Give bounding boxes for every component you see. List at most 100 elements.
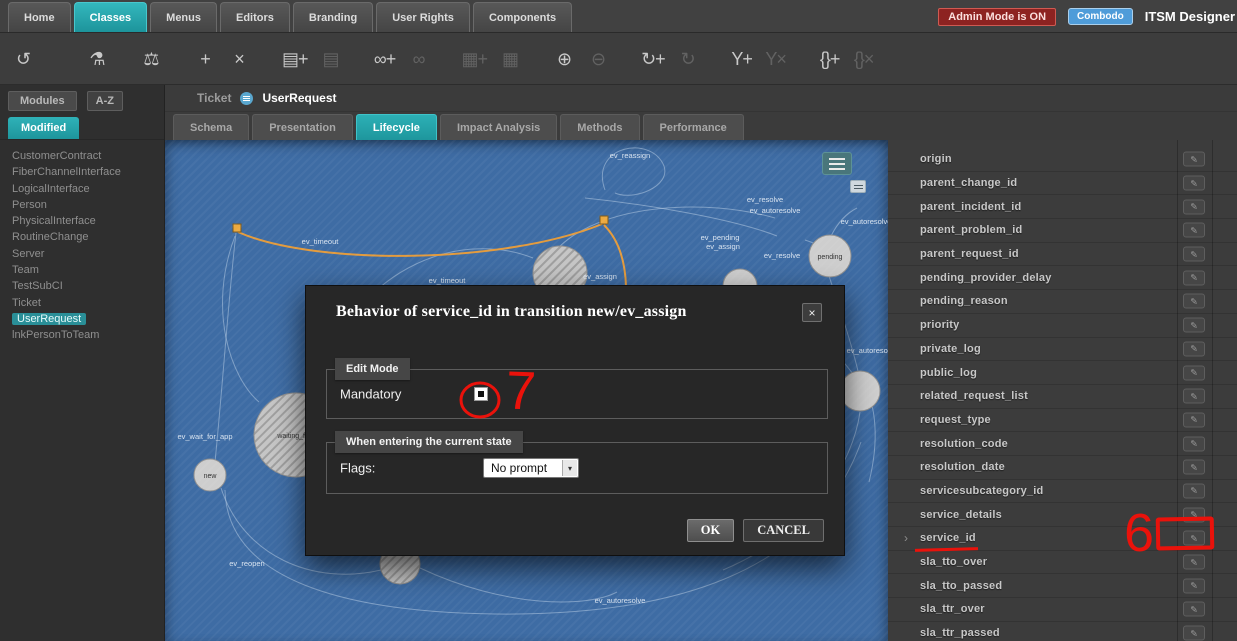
sidebar-class-routinechange[interactable]: RoutineChange: [12, 229, 164, 245]
edit-attribute-icon[interactable]: ✎: [1183, 199, 1205, 214]
tab-schema[interactable]: Schema: [173, 114, 249, 140]
edit-attribute-icon[interactable]: ✎: [1183, 602, 1205, 617]
attribute-row-sla-ttr-over[interactable]: sla_ttr_over✎: [888, 598, 1237, 622]
attribute-row-sla-ttr-passed[interactable]: sla_ttr_passed✎: [888, 622, 1237, 641]
undo-icon[interactable]: ↺: [12, 50, 34, 68]
sidebar-class-physicalinterface[interactable]: PhysicalInterface: [12, 213, 164, 229]
flags-select[interactable]: No prompt ▾: [483, 458, 579, 478]
edit-attribute-icon[interactable]: ✎: [1183, 555, 1205, 570]
attribute-row-priority[interactable]: priority✎: [888, 314, 1237, 338]
edit-attribute-icon[interactable]: ✎: [1183, 578, 1205, 593]
nav-tab-classes[interactable]: Classes: [74, 2, 148, 32]
sidebar-class-customercontract[interactable]: CustomerContract: [12, 148, 164, 164]
diagram-legend-button[interactable]: [850, 180, 866, 193]
flask-icon[interactable]: ⚗: [86, 50, 108, 68]
close-icon[interactable]: ×: [802, 303, 822, 322]
attribute-row-parent-incident-id[interactable]: parent_incident_id✎: [888, 195, 1237, 219]
tab-lifecycle[interactable]: Lifecycle: [356, 114, 437, 140]
edit-attribute-icon[interactable]: ✎: [1183, 436, 1205, 451]
transition-handle[interactable]: [233, 224, 241, 232]
nav-tab-user-rights[interactable]: User Rights: [376, 2, 470, 32]
edit-attribute-icon[interactable]: ✎: [1183, 460, 1205, 475]
edit-attribute-icon[interactable]: ✎: [1183, 176, 1205, 191]
modules-button[interactable]: Modules: [8, 91, 77, 111]
attribute-row-parent-request-id[interactable]: parent_request_id✎: [888, 243, 1237, 267]
attribute-row-resolution-date[interactable]: resolution_date✎: [888, 456, 1237, 480]
edit-attribute-icon[interactable]: ✎: [1183, 318, 1205, 333]
add-icon[interactable]: +: [194, 50, 216, 68]
ok-button[interactable]: OK: [687, 519, 734, 542]
delete-icon[interactable]: ×: [228, 50, 250, 68]
edit-attribute-icon[interactable]: ✎: [1183, 341, 1205, 356]
attribute-row-parent-change-id[interactable]: parent_change_id✎: [888, 172, 1237, 196]
attribute-row-pending-provider-delay[interactable]: pending_provider_delay✎: [888, 266, 1237, 290]
transition-label: ev_autoresolve: [841, 217, 888, 226]
transition-handle[interactable]: [600, 216, 608, 224]
edit-attribute-icon[interactable]: ✎: [1183, 531, 1205, 546]
nav-tab-home[interactable]: Home: [8, 2, 71, 32]
nav-tab-components[interactable]: Components: [473, 2, 572, 32]
sidebar-class-userrequest[interactable]: UserRequest: [12, 311, 164, 327]
attribute-row-service-id[interactable]: ›service_id✎: [888, 527, 1237, 551]
attribute-row-origin[interactable]: origin✎: [888, 148, 1237, 172]
edit-attribute-icon[interactable]: ✎: [1183, 294, 1205, 309]
tab-presentation[interactable]: Presentation: [252, 114, 353, 140]
add-link-icon[interactable]: ∞+: [374, 50, 396, 68]
state-node[interactable]: [840, 371, 880, 411]
attribute-name: sla_tto_passed: [920, 580, 1002, 592]
attribute-row-private-log[interactable]: private_log✎: [888, 338, 1237, 362]
sidebar-class-logicalinterface[interactable]: LogicalInterface: [12, 181, 164, 197]
mandatory-checkbox[interactable]: [474, 387, 488, 401]
sidebar-class-lnkpersontoteam[interactable]: lnkPersonToTeam: [12, 327, 164, 343]
toolbar-group: ⚗: [86, 50, 108, 68]
attribute-row-resolution-code[interactable]: resolution_code✎: [888, 432, 1237, 456]
combodo-badge[interactable]: Combodo: [1068, 8, 1133, 25]
attribute-row-parent-problem-id[interactable]: parent_problem_id✎: [888, 219, 1237, 243]
tab-methods[interactable]: Methods: [560, 114, 639, 140]
nav-tab-editors[interactable]: Editors: [220, 2, 290, 32]
state-label: pending: [818, 254, 843, 261]
edit-attribute-icon[interactable]: ✎: [1183, 483, 1205, 498]
attribute-row-sla-tto-passed[interactable]: sla_tto_passed ✎: [888, 574, 1237, 598]
edit-attribute-icon[interactable]: ✎: [1183, 507, 1205, 522]
nav-tab-branding[interactable]: Branding: [293, 2, 373, 32]
add-branch-icon[interactable]: Y+: [731, 50, 753, 68]
edit-attribute-icon[interactable]: ✎: [1183, 247, 1205, 262]
edit-attribute-icon[interactable]: ✎: [1183, 223, 1205, 238]
add-search-icon[interactable]: ⊕: [553, 50, 575, 68]
cancel-button[interactable]: CANCEL: [743, 519, 824, 542]
sidebar-class-server[interactable]: Server: [12, 246, 164, 262]
add-lifecycle-icon[interactable]: ↻+: [641, 50, 665, 68]
attribute-row-request-type[interactable]: request_type ✎: [888, 409, 1237, 433]
tab-impact-analysis[interactable]: Impact Analysis: [440, 114, 557, 140]
diagram-menu-button[interactable]: [822, 152, 852, 175]
attribute-row-pending-reason[interactable]: pending_reason✎: [888, 290, 1237, 314]
edit-attribute-icon[interactable]: ✎: [1183, 270, 1205, 285]
attribute-row-sla-tto-over[interactable]: sla_tto_over✎: [888, 551, 1237, 575]
sidebar-class-fiberchannelinterface[interactable]: FiberChannelInterface: [12, 164, 164, 180]
add-braces-icon[interactable]: {}+: [819, 50, 841, 68]
edit-attribute-icon[interactable]: ✎: [1183, 365, 1205, 380]
scales-icon[interactable]: ⚖: [140, 50, 162, 68]
edit-attribute-icon[interactable]: ✎: [1183, 626, 1205, 641]
edit-attribute-icon[interactable]: ✎: [1183, 412, 1205, 427]
attribute-row-public-log[interactable]: public_log✎: [888, 361, 1237, 385]
sort-az-button[interactable]: A-Z: [87, 91, 123, 111]
modified-filter-tab[interactable]: Modified: [8, 117, 79, 139]
tab-performance[interactable]: Performance: [643, 114, 744, 140]
nav-tab-menus[interactable]: Menus: [150, 2, 217, 32]
sidebar-class-person[interactable]: Person: [12, 197, 164, 213]
sidebar-class-team[interactable]: Team: [12, 262, 164, 278]
add-class-icon[interactable]: ▤+: [282, 50, 308, 68]
attribute-row-servicesubcategory-id[interactable]: servicesubcategory_id✎: [888, 480, 1237, 504]
breadcrumb-current-class: UserRequest: [262, 91, 336, 105]
edit-attribute-icon[interactable]: ✎: [1183, 152, 1205, 167]
edit-attribute-icon[interactable]: ✎: [1183, 389, 1205, 404]
object-tabs: SchemaPresentationLifecycleImpact Analys…: [165, 112, 1237, 140]
sidebar-class-testsubci[interactable]: TestSubCI: [12, 278, 164, 294]
breadcrumb-parent-class[interactable]: Ticket: [197, 91, 231, 105]
attribute-row-related-request-list[interactable]: related_request_list✎: [888, 385, 1237, 409]
sidebar-class-ticket[interactable]: Ticket: [12, 295, 164, 311]
attribute-name: request_type: [920, 414, 991, 426]
attribute-row-service-details[interactable]: service_details✎: [888, 503, 1237, 527]
